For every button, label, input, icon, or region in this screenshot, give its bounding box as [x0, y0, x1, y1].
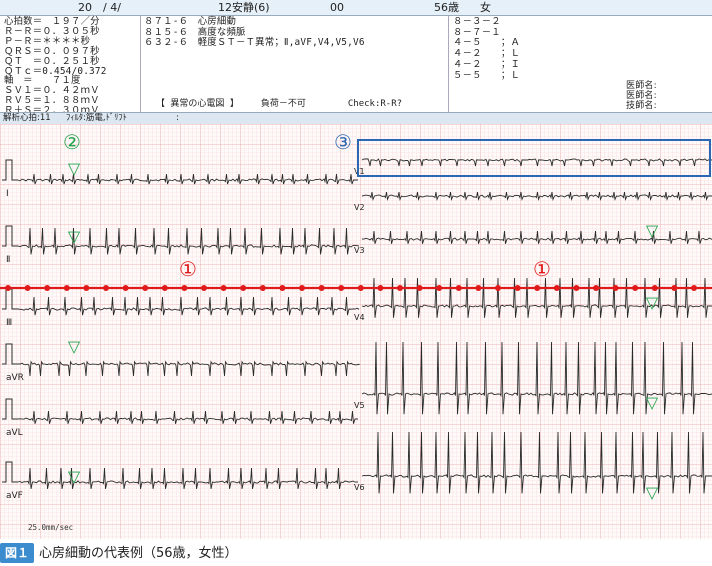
rr-dot — [5, 285, 11, 291]
rr-dot — [553, 285, 560, 291]
rr-dot — [593, 285, 599, 291]
rr-dot — [534, 285, 541, 291]
f-wave-triangle-marker: ▽ — [68, 227, 81, 246]
rr-dot — [436, 285, 443, 291]
panel-divider — [140, 16, 141, 112]
finding-item: ６３２-６ 軽度ＳＴ－Ｔ異常；Ⅱ,aVF,V4,V5,V6 — [144, 37, 365, 48]
rr-dot — [161, 285, 168, 291]
rr-dot — [671, 285, 678, 291]
figure-badge: 図１ — [0, 543, 35, 563]
rr-dot — [377, 285, 384, 291]
rr-dot — [495, 285, 501, 291]
rr-dot — [122, 285, 129, 291]
code-item: ５－５ ；Ｌ — [453, 69, 521, 81]
lead-label: V3 — [354, 246, 365, 255]
patient-header: 20 / 4/ 12安静(6) 00 56歳 女 — [0, 0, 712, 16]
rr-dot — [573, 285, 580, 291]
rr-dot — [691, 285, 697, 291]
rr-dot — [259, 285, 266, 291]
lead-label: aVL — [6, 428, 23, 438]
rr-dot — [475, 285, 482, 291]
lead-label: Ⅰ — [6, 189, 9, 199]
status-colon: : — [176, 113, 179, 123]
code-item: ４－２ ；Ｉ — [453, 58, 521, 70]
rr-dot — [279, 285, 286, 291]
rr-dot — [357, 285, 364, 291]
marker-three: ③ — [334, 130, 352, 154]
lead-label: aVR — [6, 373, 24, 383]
analysis-beats: 解析心拍:11 — [3, 113, 51, 123]
load-label: 負荷－不可 — [260, 99, 306, 109]
rr-dot — [24, 285, 31, 291]
signature-list: 医師名: 医師名: 技師名: — [626, 81, 657, 111]
f-wave-triangle-marker: ▽ — [646, 221, 659, 240]
doctor-name-label: 医師名: — [626, 81, 657, 91]
lead-label: V6 — [354, 483, 365, 492]
rr-dot — [103, 285, 109, 291]
f-wave-triangle-marker: ▽ — [68, 467, 81, 486]
findings-list: ８７１-６ 心房細動 ８１５-６ 高度な頻脈 ６３２-６ 軽度ＳＴ－Ｔ異常；Ⅱ,… — [144, 16, 365, 49]
lead-label: V4 — [354, 313, 365, 322]
result-label: 【 異常の心電図 】 — [156, 99, 239, 109]
ecg-chart: Ⅰ Ⅱ ⅢaVR aVL aVF V1 V2 V3 V4 V5 V6 ① ① ② ③ ▽ ▽ ▽ ▽ ▽ ▽ ▽… — [0, 124, 712, 539]
f-wave-triangle-marker: ▽ — [646, 393, 659, 412]
rr-dot — [397, 285, 403, 291]
rr-dot — [44, 285, 51, 291]
lead-label: Ⅱ — [6, 255, 10, 265]
grid-pattern — [0, 124, 712, 539]
lead-label: V1 — [354, 167, 365, 176]
rr-dot — [416, 285, 423, 291]
rr-dot — [83, 285, 90, 291]
rr-dot — [318, 285, 325, 291]
f-wave-triangle-marker: ▽ — [68, 337, 81, 356]
marker-two: ② — [63, 130, 81, 154]
doctor-name-label: 医師名: — [626, 91, 657, 101]
f-wave-triangle-marker: ▽ — [646, 293, 659, 312]
paper-speed-label: 25.0mm/sec — [28, 523, 73, 532]
caption-text: 心房細動の代表例（56歳，女性） — [39, 546, 238, 561]
rr-dot — [142, 285, 149, 291]
code-list: ８－３－２ ８－７－１ ４－５ ；Ａ ４－２ ；Ｌ ４－２ ；Ｉ ５－５ ；Ｌ — [453, 16, 521, 81]
exam-code: 00 — [330, 1, 344, 14]
patient-sex: 女 — [480, 1, 491, 14]
rr-dot — [63, 285, 70, 291]
measurement-list: 心拍数＝ １９７／分 Ｒ－Ｒ＝０．３０５秒 Ｐ－Ｒ＝＊＊＊＊秒 ＱＲＳ＝０．０９… — [4, 17, 107, 116]
rr-dot — [338, 285, 345, 291]
summary-line: 【 異常の心電図 】 負荷－不可 Check:R-R? — [156, 99, 402, 110]
rr-dot — [181, 285, 188, 291]
lead-label: aVF — [6, 491, 23, 501]
rr-dot — [220, 285, 227, 291]
filter-setting: ﾌｨﾙﾀ:筋電,ﾄﾞﾘﾌﾄ — [66, 113, 127, 123]
marker-one-left: ① — [179, 257, 197, 281]
panel-divider — [448, 16, 449, 112]
exam-date: 20 / 4/ — [78, 1, 121, 14]
rr-dot — [651, 285, 658, 291]
technician-name-label: 技師名: — [626, 101, 657, 111]
lead-label: V5 — [354, 401, 365, 410]
patient-age: 56歳 — [434, 1, 459, 14]
f-wave-triangle-marker: ▽ — [646, 483, 659, 502]
rr-dot — [299, 285, 305, 291]
marker-one-right: ① — [533, 257, 551, 281]
figure-caption: 図１ 心房細動の代表例（56歳，女性） — [0, 543, 712, 563]
lead-label: Ⅲ — [6, 318, 12, 328]
exam-condition: 12安静(6) — [218, 1, 270, 14]
rr-dot — [455, 285, 462, 291]
check-label: Check:R-R? — [347, 99, 403, 109]
rr-dot — [201, 285, 207, 291]
finding-item: ８７１-６ 心房細動 — [144, 16, 237, 27]
f-wave-triangle-marker: ▽ — [68, 159, 81, 178]
lead-label: V2 — [354, 203, 365, 212]
rr-dot — [514, 285, 521, 291]
rr-dot — [240, 285, 247, 291]
rr-dot — [632, 285, 639, 291]
rr-dot — [612, 285, 619, 291]
